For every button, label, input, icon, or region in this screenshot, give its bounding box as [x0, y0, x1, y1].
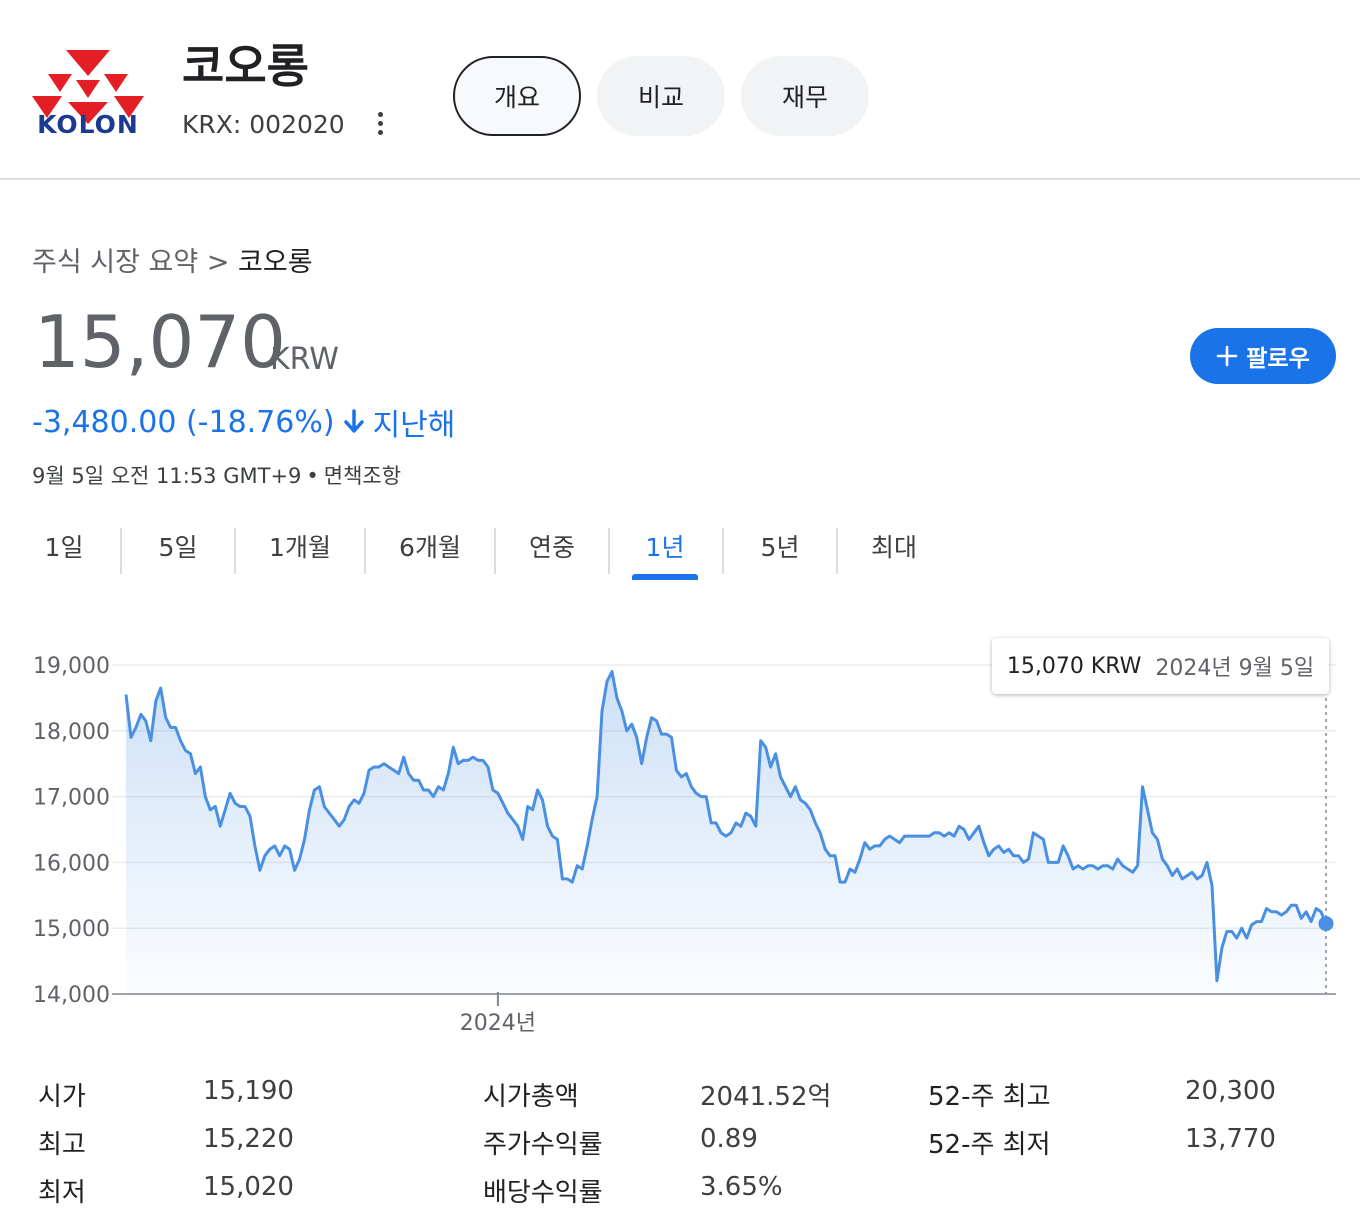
- stat-value: 0.89: [700, 1124, 758, 1154]
- chart-tooltip: 15,070 KRW 2024년 9월 5일: [992, 638, 1329, 694]
- tab-compare[interactable]: 비교: [597, 56, 725, 136]
- x-tick-label: 2024년: [460, 1011, 536, 1036]
- stat-label: 최고: [38, 1130, 86, 1160]
- stat-value: 2041.52억: [700, 1082, 832, 1112]
- y-tick-label: 18,000: [33, 720, 110, 745]
- range-max[interactable]: 최대: [860, 528, 928, 574]
- stat-value: 15,190: [203, 1076, 294, 1106]
- y-tick-label: 19,000: [33, 654, 110, 679]
- stat-label: 주가수익률: [483, 1130, 603, 1160]
- price-currency: KRW: [270, 342, 339, 377]
- tab-overview[interactable]: 개요: [453, 56, 581, 136]
- stats-row: 최저 15,020 배당수익률 3.65%: [0, 1172, 1360, 1220]
- breadcrumb: 주식 시장 요약 > 코오롱: [32, 240, 313, 279]
- price-change: -3,480.00 (-18.76%) 지난해: [32, 400, 455, 444]
- tab-financials[interactable]: 재무: [741, 56, 869, 136]
- arrow-down-icon: [343, 409, 364, 433]
- breadcrumb-separator: >: [206, 247, 230, 278]
- plus-icon: [1216, 345, 1238, 367]
- stat-label: 52-주 최고: [928, 1082, 1051, 1112]
- time-range-selector: 1일 5일 1개월 6개월 연중 1년 5년 최대: [0, 528, 1000, 588]
- breadcrumb-current: 코오롱: [238, 247, 313, 278]
- follow-button-label: 팔로우: [1246, 346, 1310, 372]
- follow-button[interactable]: 팔로우: [1190, 328, 1336, 384]
- stat-value: 15,020: [203, 1172, 294, 1202]
- stats-row: 시가 15,190 시가총액 2041.52억 52-주 최고 20,300: [0, 1076, 1360, 1124]
- range-1m[interactable]: 1개월: [256, 528, 344, 574]
- stats-row: 최고 15,220 주가수익률 0.89 52-주 최저 13,770: [0, 1124, 1360, 1172]
- stat-label: 최저: [38, 1178, 86, 1208]
- stat-label: 시가총액: [483, 1082, 579, 1112]
- tooltip-price: 15,070 KRW: [1006, 653, 1142, 679]
- stat-value: 15,220: [203, 1124, 294, 1154]
- range-6m[interactable]: 6개월: [386, 528, 474, 574]
- stat-label: 시가: [38, 1082, 86, 1112]
- stat-value: 3.65%: [700, 1172, 783, 1202]
- stock-price: 15,070: [34, 300, 286, 384]
- more-options-icon[interactable]: [368, 108, 392, 140]
- timestamp-text: 9월 5일 오전 11:53 GMT+9: [32, 464, 302, 488]
- stat-label: 배당수익률: [483, 1178, 603, 1208]
- range-1y[interactable]: 1년: [632, 528, 698, 580]
- range-ytd[interactable]: 연중: [518, 528, 586, 574]
- tooltip-date: 2024년 9월 5일: [1155, 656, 1315, 681]
- price-change-period: 지난해: [372, 408, 456, 443]
- quote-timestamp: 9월 5일 오전 11:53 GMT+9 • 면책조항: [32, 464, 402, 488]
- ticker-symbol: KRX: 002020: [182, 110, 345, 139]
- disclaimer-link[interactable]: 면책조항: [324, 464, 401, 488]
- logo-wordmark: KOLON: [37, 110, 139, 139]
- range-1d[interactable]: 1일: [30, 528, 98, 574]
- current-price-marker: [1318, 916, 1334, 932]
- y-tick-label: 15,000: [33, 917, 110, 942]
- stock-header: KOLON 코오롱 KRX: 002020 개요 비교 재무: [0, 0, 1360, 180]
- y-tick-label: 17,000: [33, 786, 110, 811]
- range-5d[interactable]: 5일: [144, 528, 212, 574]
- price-change-value: -3,480.00 (-18.76%): [32, 404, 335, 440]
- y-tick-label: 14,000: [33, 983, 110, 1008]
- y-tick-label: 16,000: [33, 851, 110, 876]
- range-5y[interactable]: 5년: [746, 528, 814, 574]
- stat-value: 20,300: [1185, 1076, 1276, 1106]
- stat-value: 13,770: [1185, 1124, 1276, 1154]
- stat-label: 52-주 최저: [928, 1130, 1051, 1160]
- breadcrumb-parent-link[interactable]: 주식 시장 요약: [32, 247, 198, 278]
- company-name: 코오롱: [182, 39, 309, 93]
